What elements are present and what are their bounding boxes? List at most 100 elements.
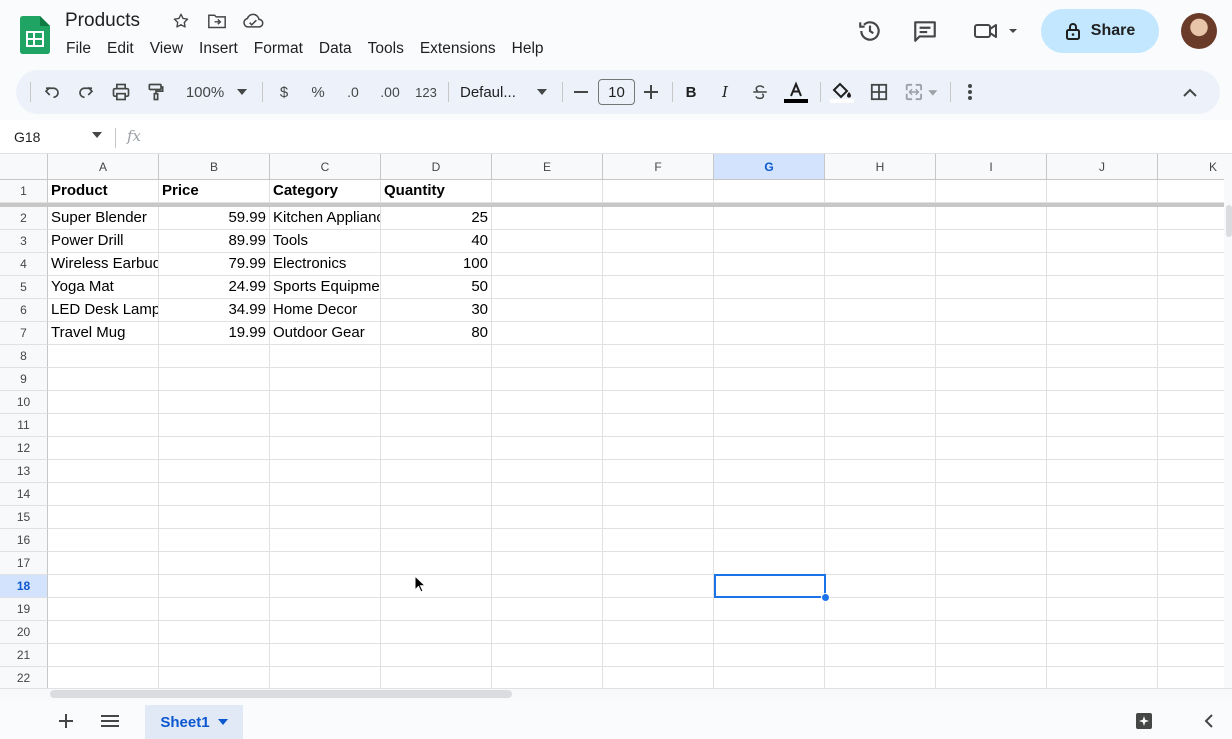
row-header-6[interactable]: 6 bbox=[0, 299, 48, 322]
explore-icon[interactable] bbox=[1134, 711, 1154, 731]
cell-k7[interactable] bbox=[1158, 322, 1224, 345]
cell-b18[interactable] bbox=[159, 575, 270, 598]
cell-f14[interactable] bbox=[603, 483, 714, 506]
decrease-decimal-button[interactable]: .0 bbox=[340, 70, 366, 114]
cell-j7[interactable] bbox=[1047, 322, 1158, 345]
cell-f17[interactable] bbox=[603, 552, 714, 575]
row-header-4[interactable]: 4 bbox=[0, 253, 48, 276]
cell-g22[interactable] bbox=[714, 667, 825, 688]
cell-c3[interactable]: Tools bbox=[270, 230, 381, 253]
cell-d9[interactable] bbox=[381, 368, 492, 391]
cell-e19[interactable] bbox=[492, 598, 603, 621]
cell-d7[interactable]: 80 bbox=[381, 322, 492, 345]
cell-i7[interactable] bbox=[936, 322, 1047, 345]
cell-d12[interactable] bbox=[381, 437, 492, 460]
column-header-h[interactable]: H bbox=[825, 154, 936, 180]
row-header-16[interactable]: 16 bbox=[0, 529, 48, 552]
cell-g13[interactable] bbox=[714, 460, 825, 483]
share-button[interactable]: Share bbox=[1041, 9, 1159, 53]
cell-f16[interactable] bbox=[603, 529, 714, 552]
name-box[interactable]: G18 bbox=[14, 129, 40, 145]
cell-f12[interactable] bbox=[603, 437, 714, 460]
cell-a9[interactable] bbox=[48, 368, 159, 391]
cell-d18[interactable] bbox=[381, 575, 492, 598]
cell-h12[interactable] bbox=[825, 437, 936, 460]
cell-h14[interactable] bbox=[825, 483, 936, 506]
meet-video-icon[interactable] bbox=[970, 17, 1020, 45]
cell-k8[interactable] bbox=[1158, 345, 1224, 368]
cell-c17[interactable] bbox=[270, 552, 381, 575]
cell-h16[interactable] bbox=[825, 529, 936, 552]
cell-f3[interactable] bbox=[603, 230, 714, 253]
row-header-15[interactable]: 15 bbox=[0, 506, 48, 529]
cell-k22[interactable] bbox=[1158, 667, 1224, 688]
row-header-9[interactable]: 9 bbox=[0, 368, 48, 391]
cell-e3[interactable] bbox=[492, 230, 603, 253]
cell-b3[interactable]: 89.99 bbox=[159, 230, 270, 253]
column-header-a[interactable]: A bbox=[48, 154, 159, 180]
cell-a8[interactable] bbox=[48, 345, 159, 368]
row-header-5[interactable]: 5 bbox=[0, 276, 48, 299]
cell-d14[interactable] bbox=[381, 483, 492, 506]
cell-c18[interactable] bbox=[270, 575, 381, 598]
column-header-g[interactable]: G bbox=[714, 154, 825, 180]
cell-i13[interactable] bbox=[936, 460, 1047, 483]
cell-d22[interactable] bbox=[381, 667, 492, 688]
cell-g15[interactable] bbox=[714, 506, 825, 529]
cell-e5[interactable] bbox=[492, 276, 603, 299]
cell-j18[interactable] bbox=[1047, 575, 1158, 598]
fill-color-icon[interactable] bbox=[828, 70, 856, 114]
decrease-font-size-icon[interactable] bbox=[570, 70, 592, 114]
italic-button[interactable]: I bbox=[714, 70, 736, 114]
active-cell-selection[interactable] bbox=[714, 574, 826, 598]
cell-g9[interactable] bbox=[714, 368, 825, 391]
cell-h8[interactable] bbox=[825, 345, 936, 368]
cell-f13[interactable] bbox=[603, 460, 714, 483]
cell-b8[interactable] bbox=[159, 345, 270, 368]
cell-j19[interactable] bbox=[1047, 598, 1158, 621]
cell-h9[interactable] bbox=[825, 368, 936, 391]
print-icon[interactable] bbox=[108, 70, 134, 114]
cell-a21[interactable] bbox=[48, 644, 159, 667]
cell-a17[interactable] bbox=[48, 552, 159, 575]
cell-g11[interactable] bbox=[714, 414, 825, 437]
cell-e13[interactable] bbox=[492, 460, 603, 483]
merge-cells-icon[interactable] bbox=[902, 70, 942, 114]
cell-f10[interactable] bbox=[603, 391, 714, 414]
cell-c19[interactable] bbox=[270, 598, 381, 621]
row-header-18[interactable]: 18 bbox=[0, 575, 48, 598]
cell-b15[interactable] bbox=[159, 506, 270, 529]
paint-format-icon[interactable] bbox=[143, 70, 169, 114]
menu-view[interactable]: View bbox=[142, 38, 191, 60]
add-sheet-icon[interactable] bbox=[56, 711, 76, 731]
avatar[interactable] bbox=[1181, 13, 1217, 49]
menu-extensions[interactable]: Extensions bbox=[412, 38, 504, 60]
cell-g3[interactable] bbox=[714, 230, 825, 253]
cell-j15[interactable] bbox=[1047, 506, 1158, 529]
column-header-f[interactable]: F bbox=[603, 154, 714, 180]
cell-h15[interactable] bbox=[825, 506, 936, 529]
cell-j2[interactable] bbox=[1047, 207, 1158, 230]
cell-b13[interactable] bbox=[159, 460, 270, 483]
cell-b1[interactable]: Price bbox=[159, 180, 270, 203]
cell-j9[interactable] bbox=[1047, 368, 1158, 391]
cell-f4[interactable] bbox=[603, 253, 714, 276]
cell-i10[interactable] bbox=[936, 391, 1047, 414]
cell-c22[interactable] bbox=[270, 667, 381, 688]
cell-f7[interactable] bbox=[603, 322, 714, 345]
cloud-status-icon[interactable] bbox=[242, 10, 264, 32]
cell-d21[interactable] bbox=[381, 644, 492, 667]
select-all-corner[interactable] bbox=[0, 154, 48, 180]
cell-f8[interactable] bbox=[603, 345, 714, 368]
cell-a12[interactable] bbox=[48, 437, 159, 460]
cell-a11[interactable] bbox=[48, 414, 159, 437]
column-header-c[interactable]: C bbox=[270, 154, 381, 180]
cell-k10[interactable] bbox=[1158, 391, 1224, 414]
cell-f22[interactable] bbox=[603, 667, 714, 688]
cell-b2[interactable]: 59.99 bbox=[159, 207, 270, 230]
cell-i3[interactable] bbox=[936, 230, 1047, 253]
column-header-b[interactable]: B bbox=[159, 154, 270, 180]
cell-c20[interactable] bbox=[270, 621, 381, 644]
star-icon[interactable] bbox=[170, 10, 192, 32]
name-box-chevron-down-icon[interactable] bbox=[92, 132, 102, 138]
